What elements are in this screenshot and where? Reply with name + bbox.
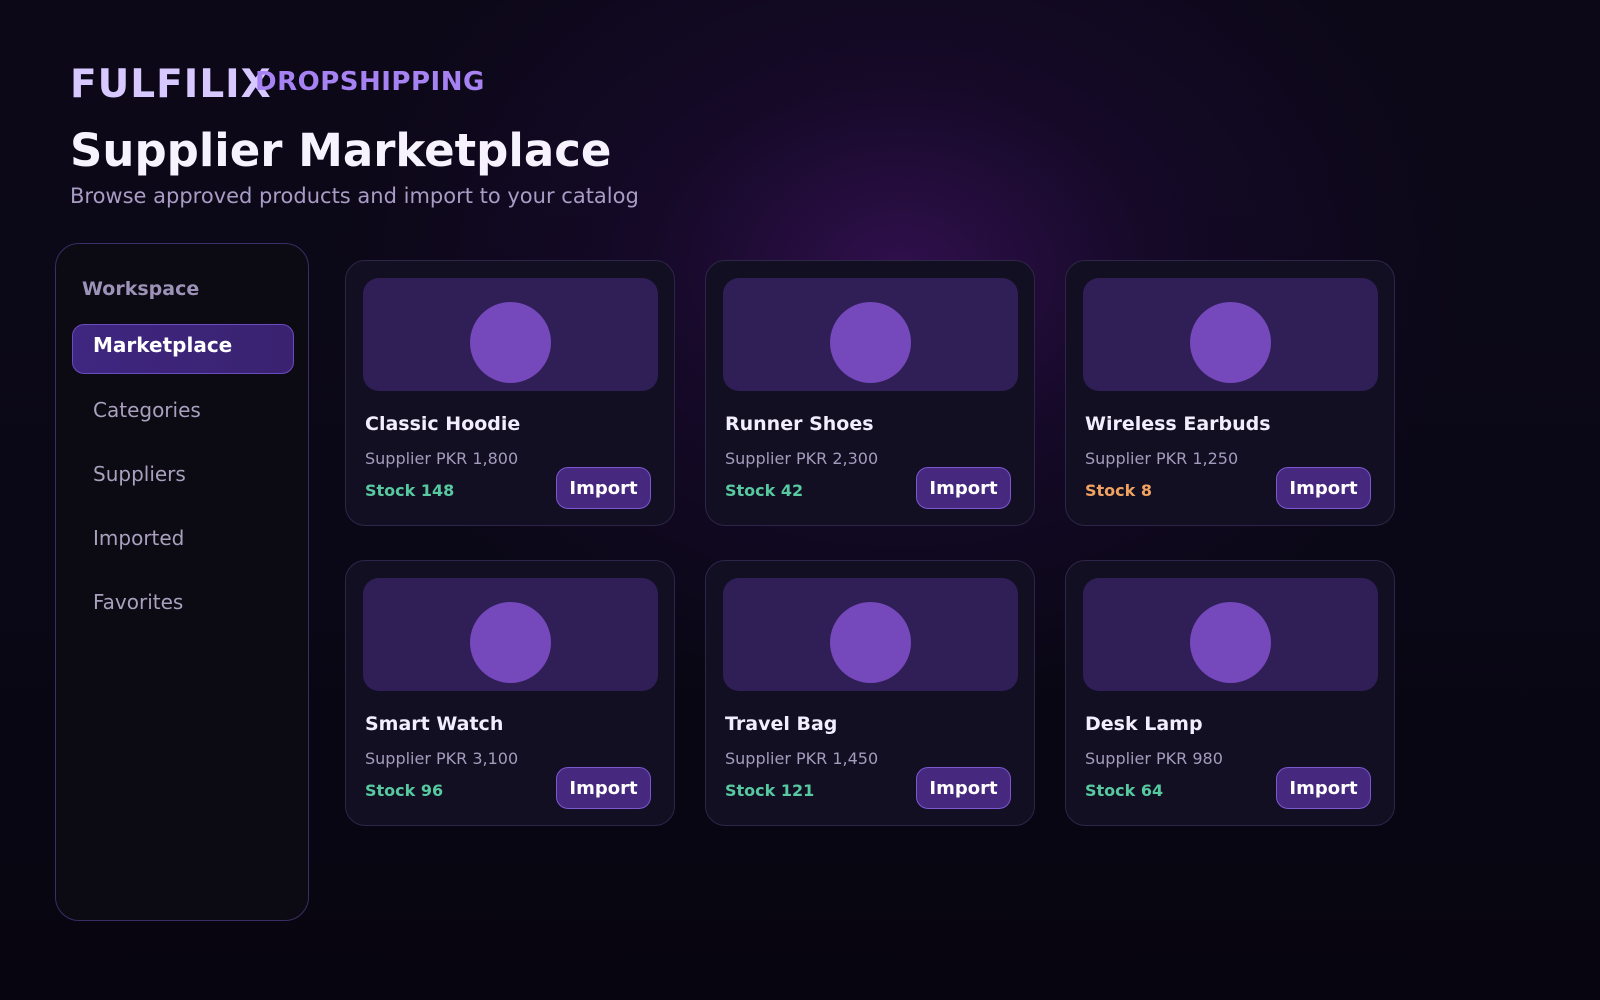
product-price: Supplier PKR 980 [1085, 749, 1223, 768]
sidebar-item-marketplace[interactable]: Marketplace [72, 324, 294, 374]
product-placeholder-icon [470, 302, 551, 383]
product-placeholder-icon [830, 602, 911, 683]
sidebar-heading: Workspace [82, 278, 200, 300]
sidebar-item-label: Categories [93, 398, 201, 422]
sidebar-item-label: Marketplace [93, 333, 233, 357]
import-button[interactable]: Import [916, 467, 1011, 509]
product-card: Classic Hoodie Supplier PKR 1,800 Stock … [345, 260, 675, 526]
sidebar-item-categories[interactable]: Categories [72, 388, 294, 438]
import-button[interactable]: Import [916, 767, 1011, 809]
brand-tagline: DROPSHIPPING [255, 67, 485, 97]
product-card: Smart Watch Supplier PKR 3,100 Stock 96 … [345, 560, 675, 826]
product-price: Supplier PKR 1,450 [725, 749, 879, 768]
product-stock: Stock 42 [725, 481, 804, 500]
product-price: Supplier PKR 3,100 [365, 749, 519, 768]
product-placeholder-icon [830, 302, 911, 383]
sidebar-item-label: Favorites [93, 590, 184, 614]
brand-name: FULFILIX [70, 62, 272, 107]
product-name: Desk Lamp [1085, 713, 1203, 735]
product-name: Smart Watch [365, 713, 504, 735]
page-title: Supplier Marketplace [70, 124, 612, 177]
sidebar-item-favorites[interactable]: Favorites [72, 580, 294, 630]
sidebar-item-suppliers[interactable]: Suppliers [72, 452, 294, 502]
product-image [723, 278, 1018, 391]
product-price: Supplier PKR 2,300 [725, 449, 879, 468]
sidebar-item-imported[interactable]: Imported [72, 516, 294, 566]
product-stock: Stock 8 [1085, 481, 1152, 500]
product-stock: Stock 64 [1085, 781, 1164, 800]
product-image [723, 578, 1018, 691]
product-image [363, 278, 658, 391]
product-image [1083, 278, 1378, 391]
product-placeholder-icon [1190, 602, 1271, 683]
product-stock: Stock 96 [365, 781, 444, 800]
product-name: Wireless Earbuds [1085, 413, 1271, 435]
product-image [363, 578, 658, 691]
product-stock: Stock 121 [725, 781, 815, 800]
product-price: Supplier PKR 1,800 [365, 449, 519, 468]
import-button[interactable]: Import [556, 767, 651, 809]
product-placeholder-icon [1190, 302, 1271, 383]
product-price: Supplier PKR 1,250 [1085, 449, 1239, 468]
product-card: Travel Bag Supplier PKR 1,450 Stock 121 … [705, 560, 1035, 826]
product-grid: Classic Hoodie Supplier PKR 1,800 Stock … [345, 260, 1395, 830]
product-card: Runner Shoes Supplier PKR 2,300 Stock 42… [705, 260, 1035, 526]
product-card: Wireless Earbuds Supplier PKR 1,250 Stoc… [1065, 260, 1395, 526]
sidebar-item-label: Imported [93, 526, 185, 550]
sidebar-item-label: Suppliers [93, 462, 186, 486]
page-subtitle: Browse approved products and import to y… [70, 184, 639, 208]
import-button[interactable]: Import [1276, 767, 1371, 809]
import-button[interactable]: Import [556, 467, 651, 509]
product-placeholder-icon [470, 602, 551, 683]
product-image [1083, 578, 1378, 691]
product-name: Travel Bag [725, 713, 838, 735]
product-card: Desk Lamp Supplier PKR 980 Stock 64 Impo… [1065, 560, 1395, 826]
product-name: Classic Hoodie [365, 413, 521, 435]
product-stock: Stock 148 [365, 481, 455, 500]
import-button[interactable]: Import [1276, 467, 1371, 509]
product-name: Runner Shoes [725, 413, 874, 435]
sidebar: Workspace Marketplace Categories Supplie… [55, 243, 309, 921]
